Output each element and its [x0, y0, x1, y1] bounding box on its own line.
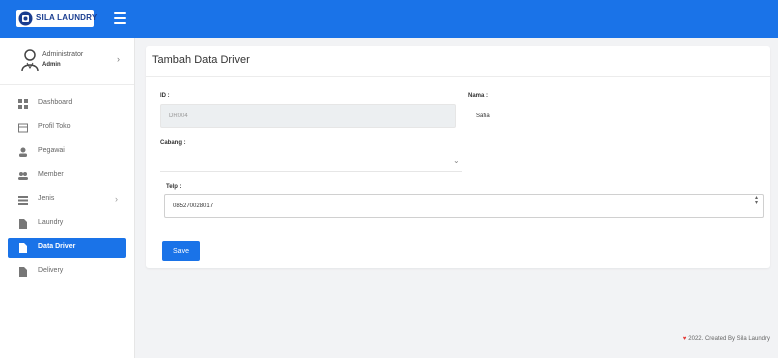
card-header: Tambah Data Driver: [146, 46, 770, 77]
sidebar-item-label: Pegawai: [38, 147, 65, 154]
sidebar-item-dashboard[interactable]: Dashboard: [8, 94, 126, 114]
id-field: [160, 104, 456, 128]
sidebar-item-label: Profil Toko: [38, 123, 71, 130]
sidebar-item-pegawai[interactable]: Pegawai: [8, 142, 126, 162]
page-title: Tambah Data Driver: [152, 54, 250, 66]
number-spinner-icon[interactable]: ▴ ▾: [755, 195, 758, 206]
telp-label: Telp :: [166, 184, 182, 190]
dashboard-icon: [18, 99, 28, 109]
store-icon: [18, 123, 28, 133]
chevron-right-icon: ›: [117, 54, 120, 64]
laundry-logo-icon: [18, 11, 33, 26]
sidebar: Administrator Admin › Dashboard Profil T…: [0, 38, 135, 358]
sidebar-item-label: Dashboard: [38, 99, 73, 106]
user-icon: [19, 147, 27, 157]
brand-name: SILA LAUNDRY: [36, 13, 98, 22]
telp-field[interactable]: [164, 194, 764, 218]
sidebar-item-member[interactable]: Member: [8, 166, 126, 186]
sidebar-item-jenis[interactable]: Jenis ›: [8, 190, 126, 210]
chevron-down-icon: ⌄: [453, 156, 460, 165]
file-icon: [19, 219, 27, 229]
sidebar-item-label: Laundry: [38, 219, 64, 226]
user-name: Administrator: [42, 51, 84, 58]
sidebar-item-label: Jenis: [38, 195, 55, 202]
list-icon: [18, 196, 28, 205]
file-icon: [19, 267, 27, 277]
sidebar-item-data-driver[interactable]: Data Driver: [8, 238, 126, 258]
avatar-icon: [21, 49, 39, 72]
user-panel[interactable]: Administrator Admin ›: [0, 38, 134, 85]
nama-field[interactable]: [468, 104, 764, 128]
users-icon: [18, 172, 28, 180]
save-button[interactable]: Save: [162, 241, 200, 261]
sidebar-item-label: Delivery: [38, 267, 64, 274]
cabang-label: Cabang :: [160, 140, 186, 146]
footer-text: 2022. Created By Sila Laundry: [688, 336, 770, 342]
id-label: ID :: [160, 93, 170, 99]
user-role: Admin: [42, 62, 61, 68]
file-icon: [19, 243, 27, 253]
nama-label: Nama :: [468, 93, 489, 99]
sidebar-item-label: Data Driver: [38, 243, 76, 250]
sidebar-item-label: Member: [38, 171, 64, 178]
heart-icon: ♥: [682, 336, 687, 342]
chevron-right-icon: ›: [115, 194, 118, 204]
cabang-select[interactable]: [160, 148, 462, 172]
brand-logo[interactable]: SILA LAUNDRY: [16, 10, 98, 27]
sidebar-item-laundry[interactable]: Laundry: [8, 214, 126, 234]
sidebar-item-profil-toko[interactable]: Profil Toko: [8, 118, 126, 138]
brand-area: SILA LAUNDRY: [0, 0, 134, 38]
footer: ♥ 2022. Created By Sila Laundry: [683, 336, 770, 342]
form-card: Tambah Data Driver ID : Nama : Cabang : …: [146, 46, 770, 268]
menu-toggle-icon[interactable]: [114, 12, 126, 24]
sidebar-item-delivery[interactable]: Delivery: [8, 262, 126, 282]
